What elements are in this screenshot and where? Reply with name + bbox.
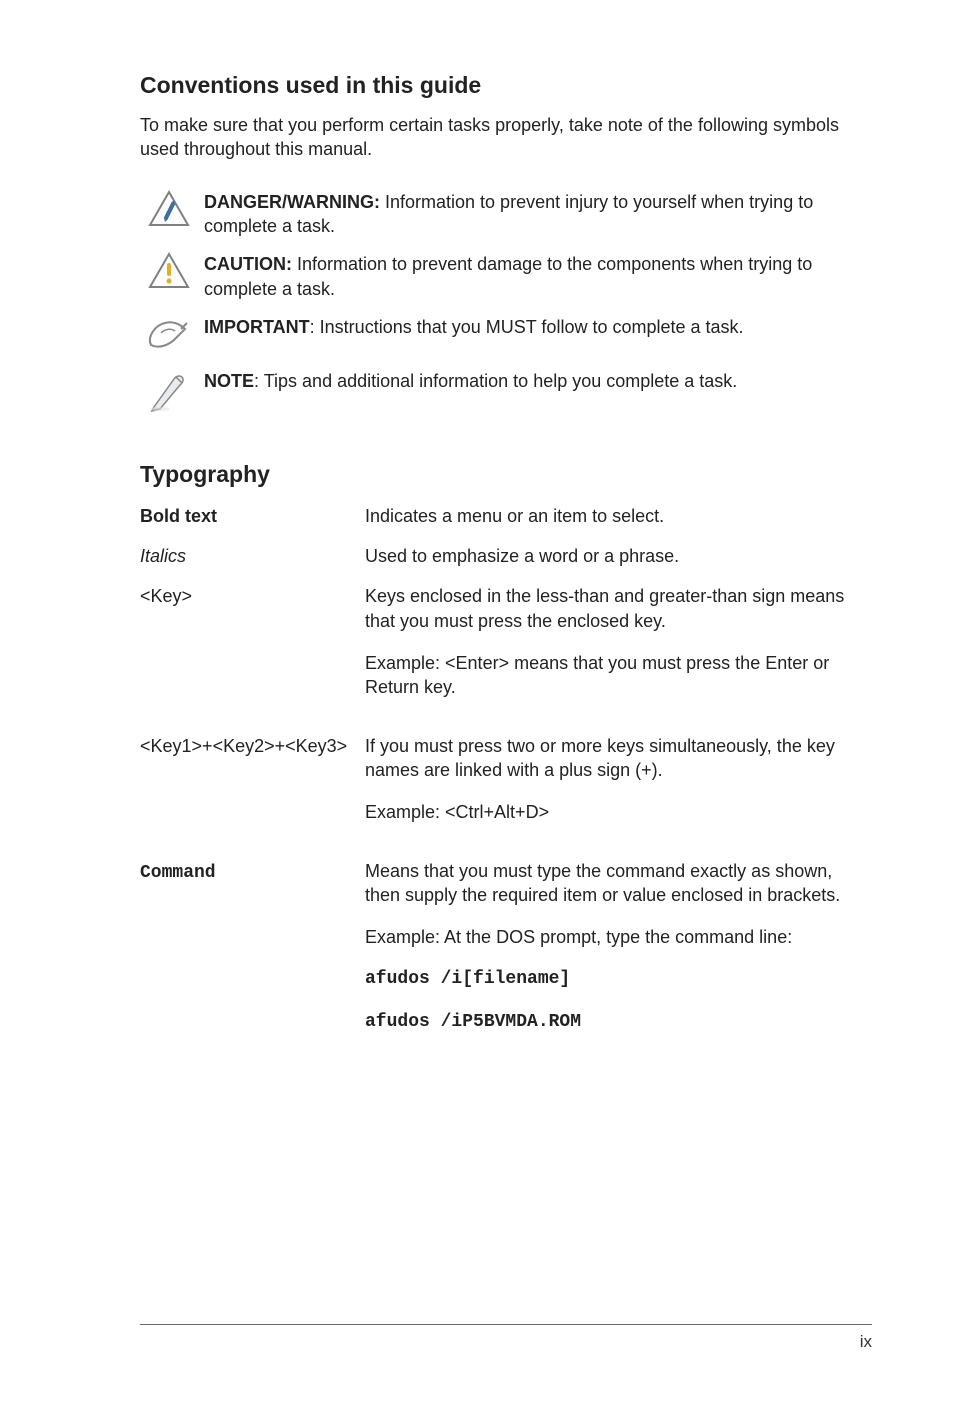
note-label: IMPORTANT <box>204 317 310 337</box>
typo-code-2: afudos /iP5BVMDA.ROM <box>365 1010 872 1034</box>
typo-desc-key-2: Example: <Enter> means that you must pre… <box>365 651 872 700</box>
typo-code-1: afudos /i[filename] <box>365 967 872 991</box>
note-important: IMPORTANT: Instructions that you MUST fo… <box>140 315 872 355</box>
note-body: Tips and additional information to help … <box>264 371 738 391</box>
typo-label-command: Command <box>140 863 216 883</box>
typo-desc-combo-2: Example: <Ctrl+Alt+D> <box>365 800 872 824</box>
caution-icon <box>148 252 190 290</box>
typo-desc-combo-1: If you must press two or more keys simul… <box>365 734 872 783</box>
note-sep: : <box>254 371 264 391</box>
typo-row-command: Command Means that you must type the com… <box>140 859 872 1034</box>
typo-row-bold: Bold text Indicates a menu or an item to… <box>140 504 872 528</box>
section-title-typography: Typography <box>140 459 872 490</box>
section-title-conventions: Conventions used in this guide <box>140 70 872 101</box>
important-icon <box>145 315 193 355</box>
typo-label-italics: Italics <box>140 546 186 566</box>
intro-paragraph: To make sure that you perform certain ta… <box>140 113 872 162</box>
note-body: Instructions that you MUST follow to com… <box>320 317 744 337</box>
typo-row-combo: <Key1>+<Key2>+<Key3> If you must press t… <box>140 734 872 843</box>
typo-desc-command-1: Means that you must type the command exa… <box>365 859 872 908</box>
note-sep: : <box>310 317 320 337</box>
typo-row-key: <Key> Keys enclosed in the less-than and… <box>140 584 872 717</box>
typo-desc-command-2: Example: At the DOS prompt, type the com… <box>365 925 872 949</box>
note-icon <box>146 369 192 413</box>
typo-label-key: <Key> <box>140 584 365 608</box>
note-caution: CAUTION: Information to prevent damage t… <box>140 252 872 301</box>
note-note: NOTE: Tips and additional information to… <box>140 369 872 413</box>
note-body: Information to prevent damage to the com… <box>204 254 812 298</box>
note-label: DANGER/WARNING: <box>204 192 380 212</box>
typo-label-combo: <Key1>+<Key2>+<Key3> <box>140 734 365 758</box>
note-danger: DANGER/WARNING: Information to prevent i… <box>140 190 872 239</box>
note-label: NOTE <box>204 371 254 391</box>
danger-icon <box>148 190 190 228</box>
page-number: ix <box>860 1332 872 1351</box>
typo-desc-key-1: Keys enclosed in the less-than and great… <box>365 584 872 633</box>
page-footer: ix <box>140 1324 872 1354</box>
note-label: CAUTION: <box>204 254 292 274</box>
typo-row-italics: Italics Used to emphasize a word or a ph… <box>140 544 872 568</box>
typo-desc-bold: Indicates a menu or an item to select. <box>365 504 872 528</box>
typo-label-bold: Bold text <box>140 506 217 526</box>
typo-desc-italics: Used to emphasize a word or a phrase. <box>365 544 872 568</box>
